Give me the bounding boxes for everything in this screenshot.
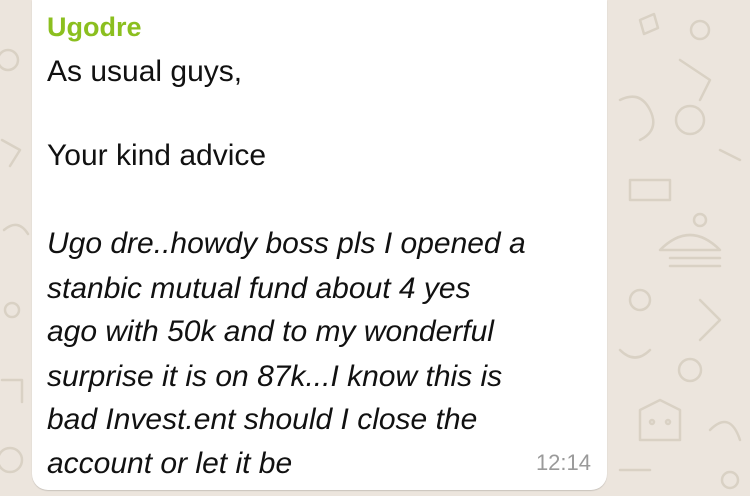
quoted-message-line: account or let it be	[47, 447, 293, 480]
quoted-message-line: Ugo dre..howdy boss pls I opened a	[47, 227, 526, 260]
quoted-message-line: stanbic mutual fund about 4 yes	[47, 272, 471, 305]
message-line: As usual guys,	[47, 55, 243, 88]
message-line: Your kind advice	[47, 139, 267, 172]
message-timestamp: 12:14	[535, 450, 591, 475]
quoted-message-line: surprise it is on 87k...I know this is	[47, 360, 503, 393]
quoted-message-line: bad Invest.ent should I close the	[47, 403, 478, 436]
quoted-message-line: ago with 50k and to my wonderful	[47, 315, 494, 348]
message-bubble[interactable]: Ugodre As usual guys, Your kind advice U…	[32, 0, 607, 490]
sender-name[interactable]: Ugodre	[47, 11, 142, 43]
